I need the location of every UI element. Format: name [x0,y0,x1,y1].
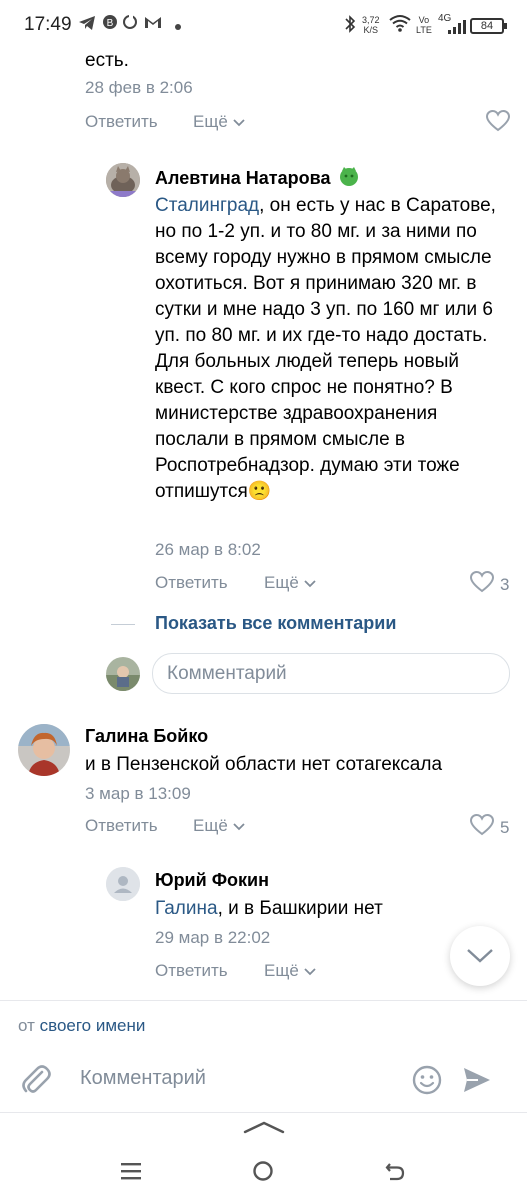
post-as-prefix: от [18,1016,35,1035]
reply-2-body: , и в Башкирии нет [217,898,383,919]
thread-comment-input[interactable]: Комментарий [152,653,510,694]
top-comment-like-button[interactable] [485,109,511,137]
home-nav-icon[interactable] [252,1160,274,1187]
reply-2-reply-button[interactable]: Ответить [155,961,228,981]
back-nav-icon[interactable] [384,1160,406,1187]
system-navigation-bar [0,1112,527,1200]
vk-badge-icon: В [102,14,118,35]
top-comment-reply-button[interactable]: Ответить [85,112,158,132]
avatar-reply-1[interactable] [106,163,140,197]
net-speed-value: 3,72 [362,15,380,25]
signal-icon [448,20,466,39]
expand-handle-icon[interactable] [242,1119,286,1140]
attach-icon[interactable] [20,1063,52,1102]
more-label: Ещё [264,573,299,592]
top-comment-more-button[interactable]: Ещё [193,112,245,132]
reply-2-more-button[interactable]: Ещё [264,961,316,981]
wifi-icon [389,14,411,37]
chevron-down-icon [303,573,316,592]
dot-indicator-icon [174,16,182,36]
status-time: 17:49 [24,14,72,35]
avatar-comment-2[interactable] [18,724,70,776]
comment-composer: от своего имени Комментарий [0,1000,527,1112]
comment-2-text: и в Пензенской области нет сотагексала [85,754,443,775]
comment-2-reply-button[interactable]: Ответить [85,816,158,836]
volte-indicator: Vo LTE [416,15,432,35]
more-label: Ещё [193,112,228,131]
more-label: Ещё [193,816,228,835]
reply-2-author[interactable]: Юрий Фокин [155,870,269,891]
reply-1-more-button[interactable]: Ещё [264,573,316,593]
reply-1-text: Сталинград, он есть у нас в Саратове, но… [155,193,500,505]
avatar-reply-2[interactable] [106,867,140,901]
scroll-down-button[interactable] [450,926,510,986]
reply-2-text: Галина, и в Башкирии нет [155,896,383,922]
thread-divider [111,624,135,625]
volte-label-1: Vo [418,15,430,25]
telegram-icon [78,14,96,37]
chevron-down-icon [466,947,494,970]
volte-label-2: LTE [416,25,432,35]
reply-2-date: 29 мар в 22:02 [155,928,271,947]
battery-tip [504,23,507,29]
post-as-selector[interactable]: от своего имени [18,1016,145,1036]
status-bar: 17:49 В 3,72 K/S Vo LTE 4G 84 [0,0,527,52]
chevron-down-icon [232,816,245,835]
composer-input[interactable]: Комментарий [80,1067,206,1090]
sync-icon [122,14,138,35]
chevron-down-icon [232,112,245,131]
net-speed-unit: K/S [363,25,379,35]
chevron-down-icon [303,961,316,980]
reply-1-author[interactable]: Алевтина Натарова [155,168,330,189]
svg-text:В: В [107,18,114,29]
comment-2-like-button[interactable]: 5 [469,813,510,841]
heart-icon [485,109,511,136]
mention-link[interactable]: Сталинград [155,195,259,216]
reply-1-like-button[interactable]: 3 [469,570,510,598]
show-all-comments-link[interactable]: Показать все комментарии [155,613,396,634]
reply-1-body: , он есть у нас в Саратове, но по 1-2 уп… [155,195,496,502]
current-user-avatar [106,657,140,691]
mention-link[interactable]: Галина [155,898,218,919]
thread-comment-placeholder: Комментарий [167,663,287,684]
menu-nav-icon[interactable] [120,1160,142,1187]
top-comment-text: есть. [85,50,129,71]
comment-2-author[interactable]: Галина Бойко [85,726,208,747]
comment-2-date: 3 мар в 13:09 [85,784,191,803]
reply-1-reply-button[interactable]: Ответить [155,573,228,593]
battery-indicator: 84 [470,18,504,34]
sad-emoji: 🙁 [247,481,272,502]
reply-1-like-count: 3 [500,574,510,594]
bluetooth-icon [343,14,357,39]
emoji-icon[interactable] [412,1065,442,1100]
top-comment-date: 28 фев в 2:06 [85,78,193,97]
donut-badge-icon [338,165,360,192]
comment-2-more-button[interactable]: Ещё [193,816,245,836]
more-label: Ещё [264,961,299,980]
post-as-link[interactable]: своего имени [40,1016,146,1035]
reply-1-date: 26 мар в 8:02 [155,540,261,559]
gmail-icon [144,14,162,35]
heart-icon [469,813,495,841]
comment-2-like-count: 5 [500,817,510,837]
send-icon[interactable] [462,1065,492,1100]
net-speed: 3,72 K/S [362,15,380,35]
heart-icon [469,570,495,598]
